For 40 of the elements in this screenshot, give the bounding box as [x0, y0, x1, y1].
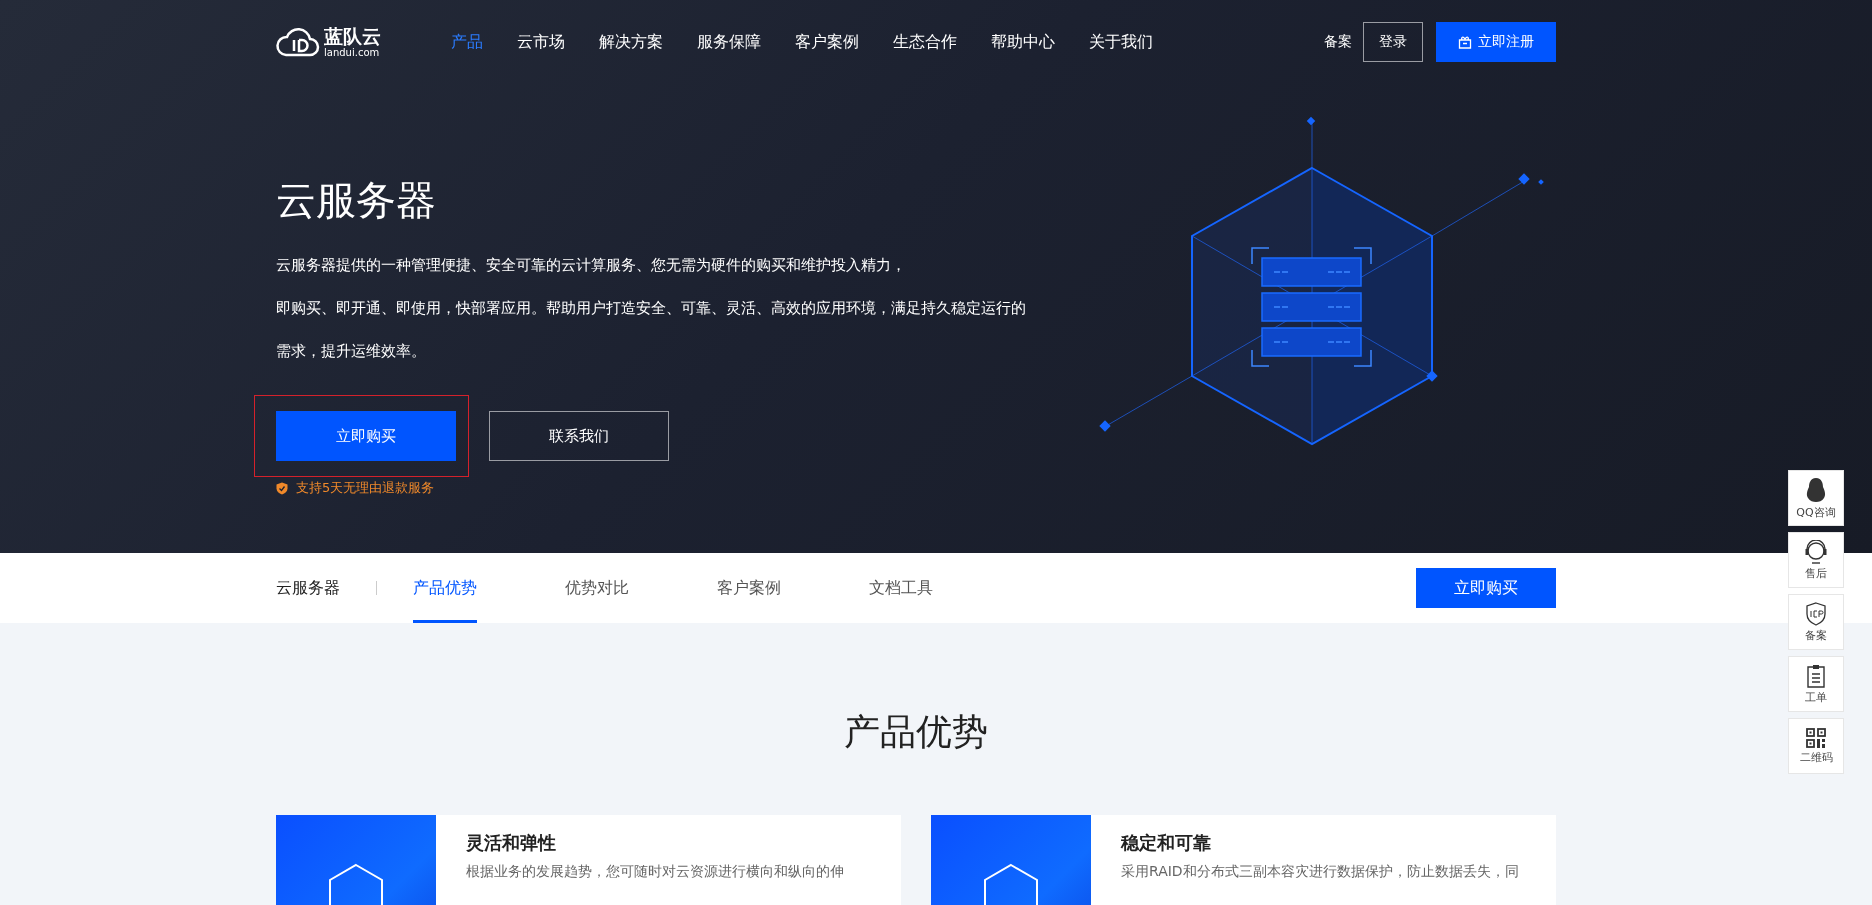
card-text: 采用RAID和分布式三副本容灾进行数据保护，防止数据丢失，同 — [1121, 863, 1519, 881]
section-tab[interactable]: 客户案例 — [717, 553, 781, 623]
contact-button[interactable]: 联系我们 — [489, 411, 669, 461]
nav-link[interactable]: 帮助中心 — [991, 31, 1055, 53]
section-heading: 产品优势 — [843, 710, 989, 754]
logo-name: 蓝队云 — [324, 25, 381, 47]
toolbar-button[interactable]: 备案 — [1788, 594, 1844, 650]
buy-button[interactable]: 立即购买 — [276, 411, 456, 461]
toolbar-label: QQ咨询 — [1796, 504, 1836, 520]
nav-link[interactable]: 客户案例 — [795, 31, 859, 53]
section-tab[interactable]: 产品优势 — [413, 553, 477, 623]
hero-title: 云服务器 — [276, 176, 437, 225]
toolbar-label: 工单 — [1805, 689, 1827, 705]
logo[interactable]: 蓝队云 landui.com — [276, 25, 381, 59]
nav-link[interactable]: 解决方案 — [599, 31, 663, 53]
guarantee-text: 支持5天无理由退款服务 — [296, 479, 435, 497]
toolbar-label: 二维码 — [1799, 749, 1833, 765]
buy-button[interactable]: 立即购买 — [1416, 568, 1556, 608]
nav-link[interactable]: 云市场 — [517, 31, 565, 53]
filing-link[interactable]: 备案 — [1324, 33, 1352, 51]
card-title: 灵活和弹性 — [466, 831, 557, 855]
nav-link[interactable]: 服务保障 — [697, 31, 761, 53]
card-title: 稳定和可靠 — [1121, 831, 1212, 855]
product-name: 云服务器 — [276, 577, 340, 599]
toolbar-label: 售后 — [1805, 565, 1827, 581]
card-text: 根据业务的发展趋势，您可随时对云资源进行横向和纵向的伸 — [466, 863, 844, 881]
nav-link[interactable]: 生态合作 — [893, 31, 957, 53]
toolbar-button[interactable]: 售后 — [1788, 532, 1844, 588]
logo-domain: landui.com — [324, 47, 381, 59]
toolbar-button[interactable]: 工单 — [1788, 656, 1844, 712]
login-button[interactable]: 登录 — [1363, 22, 1423, 62]
hero-description: 云服务器提供的一种管理便捷、安全可靠的云计算服务、您无需为硬件的购买和维护投入精力， 即购买、即开通、即使用，快部署应用。帮助用户打造安全、可靠、灵活、高效的应用环境，满足持久稳定运行的 需求，提升运维效率。 — [276, 255, 1027, 362]
toolbar-button[interactable]: QQ咨询 — [1788, 470, 1844, 526]
toolbar-label: 备案 — [1805, 627, 1827, 643]
section-tab[interactable]: 文档工具 — [869, 553, 933, 623]
nav-link[interactable]: 关于我们 — [1089, 31, 1153, 53]
section-tab[interactable]: 优势对比 — [565, 553, 629, 623]
toolbar-button[interactable]: 二维码 — [1788, 718, 1844, 774]
register-button[interactable]: 立即注册 — [1436, 22, 1556, 62]
nav-link[interactable]: 产品 — [451, 31, 483, 53]
